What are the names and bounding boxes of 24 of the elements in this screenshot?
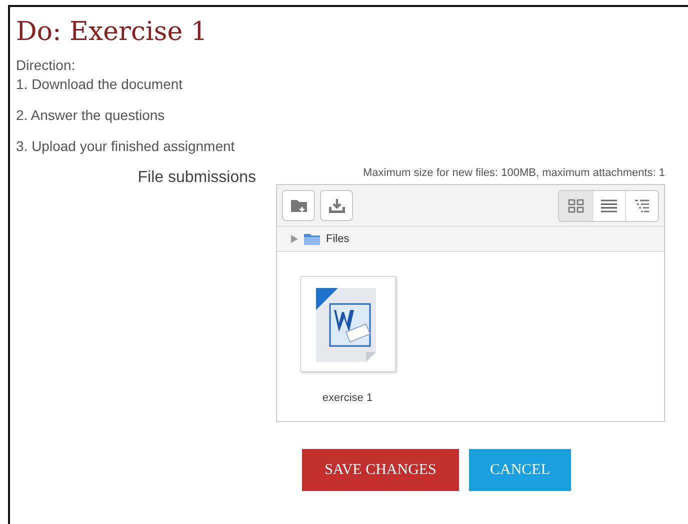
field-label: File submissions — [138, 169, 256, 188]
view-toggle[interactable] — [559, 190, 592, 220]
download-button[interactable] — [320, 190, 353, 221]
save-button[interactable]: SAVE CHANGES — [302, 449, 459, 491]
view-toggle[interactable] — [592, 190, 625, 220]
direction-text: 2. Answer the questions — [16, 107, 165, 124]
cancel-button[interactable]: CANCEL — [469, 449, 571, 491]
upload-limits-text: Maximum size for new files: 100MB, maximum attachments: 1 — [363, 167, 665, 179]
expand-arrow-icon — [291, 235, 298, 243]
view-toggle[interactable] — [625, 190, 658, 220]
direction-text: 3. Upload your finished assignment — [16, 138, 235, 155]
download-icon — [328, 198, 346, 214]
create-folder-button[interactable] — [282, 190, 315, 221]
direction-text: 1. Download the document — [16, 76, 183, 93]
list-icon — [600, 198, 618, 212]
folder-icon — [304, 233, 320, 245]
file-thumbnail[interactable] — [300, 276, 396, 372]
page-heading: Do: Exercise 1 — [16, 17, 208, 47]
file-name: exercise 1 — [322, 392, 373, 404]
folder-link[interactable]: Files — [326, 233, 350, 245]
tree-list-icon — [634, 198, 650, 212]
grid-icon — [568, 198, 584, 212]
folder-plus-icon — [290, 198, 308, 214]
direction-text: Direction: — [16, 57, 76, 74]
